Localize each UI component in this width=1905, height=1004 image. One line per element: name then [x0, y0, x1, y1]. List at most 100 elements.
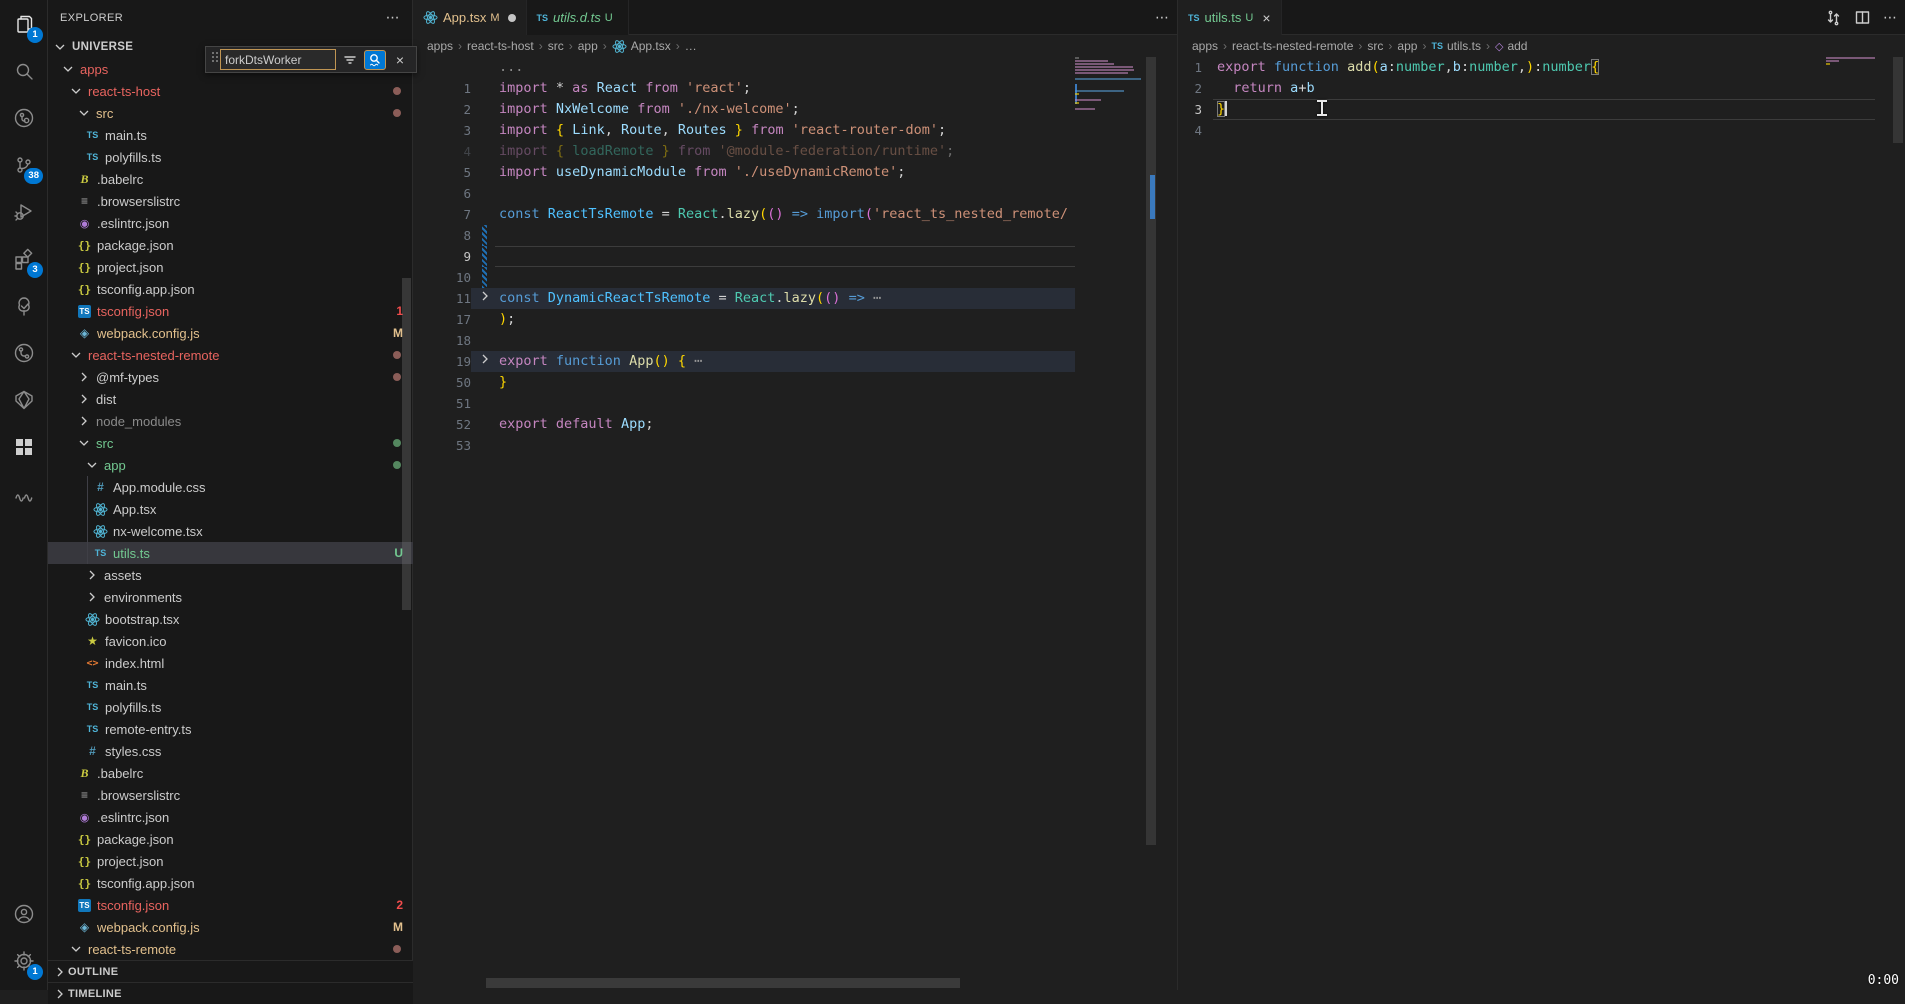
- activity-item-manage-settings[interactable]: 1: [0, 937, 48, 984]
- editor-left[interactable]: ...1import * as React from 'react';2impo…: [413, 57, 1177, 990]
- code-line-x[interactable]: ...: [413, 57, 1177, 78]
- tree-item-webpack-config-js[interactable]: ◈webpack.config.jsM: [48, 322, 413, 344]
- tab-app-tsx[interactable]: App.tsxM: [413, 0, 527, 35]
- code-line-10[interactable]: 10: [413, 267, 1177, 288]
- tree-item-utils-ts[interactable]: TSutils.tsU: [48, 542, 413, 564]
- tree-item-main-ts[interactable]: TSmain.ts: [48, 674, 413, 696]
- tab-close-icon[interactable]: ×: [1262, 10, 1270, 26]
- editor-right[interactable]: 1export function add(a:number,b:number,)…: [1178, 57, 1905, 990]
- activity-item-mm-extension[interactable]: [0, 470, 48, 517]
- sidebar-more-actions-icon[interactable]: ⋯: [386, 9, 400, 26]
- activity-item-accounts[interactable]: [0, 890, 48, 937]
- tree-item-project-json[interactable]: {}project.json: [48, 256, 413, 278]
- breadcrumb-item-src[interactable]: src: [548, 39, 564, 53]
- breadcrumb-item-add[interactable]: ◇add: [1495, 39, 1528, 53]
- tree-item-tsconfig-app-json[interactable]: {}tsconfig.app.json: [48, 278, 413, 300]
- breadcrumb-item-apps[interactable]: apps: [427, 39, 453, 53]
- code-line-7[interactable]: 7const ReactTsRemote = React.lazy(() => …: [413, 204, 1177, 225]
- activity-item-explorer[interactable]: 1: [0, 0, 48, 47]
- tree-item-src[interactable]: src: [48, 102, 413, 124]
- breadcrumb-item-app[interactable]: app: [1397, 39, 1417, 53]
- editor-more-actions-icon[interactable]: ⋯: [1155, 9, 1169, 26]
- activity-item-search[interactable]: [0, 47, 48, 94]
- fold-chevron-icon[interactable]: [477, 351, 493, 374]
- tree-item-app-module-css[interactable]: #App.module.css: [48, 476, 413, 498]
- tree-item-favicon-ico[interactable]: ★favicon.ico: [48, 630, 413, 652]
- breadcrumb-item-app[interactable]: app: [578, 39, 598, 53]
- activity-item-remote-explorer[interactable]: [0, 94, 48, 141]
- tree-item-mf-types[interactable]: @mf-types: [48, 366, 413, 388]
- more-actions-icon[interactable]: ⋯: [1883, 9, 1897, 26]
- code-line-19[interactable]: 19export function App() { ⋯: [413, 351, 1177, 372]
- tree-item-babelrc[interactable]: B.babelrc: [48, 168, 413, 190]
- tree-item-node-modules[interactable]: node_modules: [48, 410, 413, 432]
- tree-item-package-json[interactable]: {}package.json: [48, 828, 413, 850]
- breadcrumb-item-src[interactable]: src: [1367, 39, 1383, 53]
- outline-section-header[interactable]: OUTLINE: [48, 960, 413, 982]
- code-line-4[interactable]: 4import { loadRemote } from '@module-fed…: [413, 141, 1177, 162]
- fuzzy-search-button[interactable]: [364, 50, 386, 70]
- code-line-6[interactable]: 6: [413, 183, 1177, 204]
- tree-item-remote-entry-ts[interactable]: TSremote-entry.ts: [48, 718, 413, 740]
- code-line-3[interactable]: 3import { Link, Route, Routes } from 're…: [413, 120, 1177, 141]
- tree-item-browserslistrc[interactable]: ≡.browserslistrc: [48, 784, 413, 806]
- breadcrumb-item-app-tsx[interactable]: App.tsx: [612, 39, 671, 54]
- timeline-section-header[interactable]: TIMELINE: [48, 982, 413, 1004]
- breadcrumb-item-react-ts-nested-remote[interactable]: react-ts-nested-remote: [1232, 39, 1353, 53]
- code-line-4[interactable]: 4: [1178, 120, 1905, 141]
- tree-item-nx-welcome-tsx[interactable]: nx-welcome.tsx: [48, 520, 413, 542]
- code-line-50[interactable]: 50}: [413, 372, 1177, 393]
- breadcrumb-item-utils-ts[interactable]: TSutils.ts: [1431, 39, 1481, 53]
- tree-item-dist[interactable]: dist: [48, 388, 413, 410]
- tree-item-tsconfig-json[interactable]: TStsconfig.json1: [48, 300, 413, 322]
- activity-item-grid-extension[interactable]: [0, 423, 48, 470]
- tree-item-src[interactable]: src: [48, 432, 413, 454]
- code-line-3[interactable]: 3}: [1178, 99, 1905, 120]
- split-editor-icon[interactable]: [1854, 9, 1871, 26]
- open-changes-icon[interactable]: [1825, 9, 1842, 26]
- code-line-2[interactable]: 2 return a+b: [1178, 78, 1905, 99]
- tree-item-app-tsx[interactable]: App.tsx: [48, 498, 413, 520]
- filter-icon[interactable]: [339, 50, 361, 70]
- tree-item-project-json[interactable]: {}project.json: [48, 850, 413, 872]
- find-grip-handle[interactable]: [210, 49, 220, 70]
- code-line-5[interactable]: 5import useDynamicModule from './useDyna…: [413, 162, 1177, 183]
- activity-item-source-control[interactable]: 38: [0, 141, 48, 188]
- tree-item-bootstrap-tsx[interactable]: bootstrap.tsx: [48, 608, 413, 630]
- tree-item-react-ts-host[interactable]: react-ts-host: [48, 80, 413, 102]
- code-line-18[interactable]: 18: [413, 330, 1177, 351]
- find-close-icon[interactable]: ×: [389, 50, 411, 70]
- code-line-53[interactable]: 53: [413, 435, 1177, 456]
- tab-utils-ts[interactable]: TSutils.tsU×: [1178, 0, 1282, 35]
- vertical-scrollbar-right[interactable]: [1893, 57, 1903, 143]
- tree-item-assets[interactable]: assets: [48, 564, 413, 586]
- tree-item-polyfills-ts[interactable]: TSpolyfills.ts: [48, 146, 413, 168]
- tree-item-babelrc[interactable]: B.babelrc: [48, 762, 413, 784]
- fold-chevron-icon[interactable]: [477, 288, 493, 311]
- breadcrumb-item-react-ts-host[interactable]: react-ts-host: [467, 39, 534, 53]
- tree-item-styles-css[interactable]: #styles.css: [48, 740, 413, 762]
- activity-item-todo-tree[interactable]: [0, 282, 48, 329]
- activity-item-containers[interactable]: [0, 376, 48, 423]
- code-line-2[interactable]: 2import NxWelcome from './nx-welcome';: [413, 99, 1177, 120]
- unsaved-dot-icon[interactable]: [508, 14, 516, 22]
- code-line-11[interactable]: 11const DynamicReactTsRemote = React.laz…: [413, 288, 1177, 309]
- tree-item-eslintrc-json[interactable]: ◉.eslintrc.json: [48, 806, 413, 828]
- breadcrumb-item-apps[interactable]: apps: [1192, 39, 1218, 53]
- tree-item-react-ts-nested-remote[interactable]: react-ts-nested-remote: [48, 344, 413, 366]
- tree-item-app[interactable]: app: [48, 454, 413, 476]
- code-line-9[interactable]: 9: [413, 246, 1177, 267]
- tree-item-package-json[interactable]: {}package.json: [48, 234, 413, 256]
- activity-item-extensions[interactable]: 3: [0, 235, 48, 282]
- breadcrumb-item-[interactable]: …: [685, 39, 697, 53]
- activity-item-run-and-debug[interactable]: [0, 188, 48, 235]
- tree-item-main-ts[interactable]: TSmain.ts: [48, 124, 413, 146]
- tree-find-input[interactable]: [220, 49, 336, 70]
- tree-item-polyfills-ts[interactable]: TSpolyfills.ts: [48, 696, 413, 718]
- tree-item-browserslistrc[interactable]: ≡.browserslistrc: [48, 190, 413, 212]
- tree-item-tsconfig-json[interactable]: TStsconfig.json2: [48, 894, 413, 916]
- code-line-1[interactable]: 1export function add(a:number,b:number,)…: [1178, 57, 1905, 78]
- code-line-1[interactable]: 1import * as React from 'react';: [413, 78, 1177, 99]
- activity-item-git-graph[interactable]: [0, 329, 48, 376]
- tree-item-tsconfig-app-json[interactable]: {}tsconfig.app.json: [48, 872, 413, 894]
